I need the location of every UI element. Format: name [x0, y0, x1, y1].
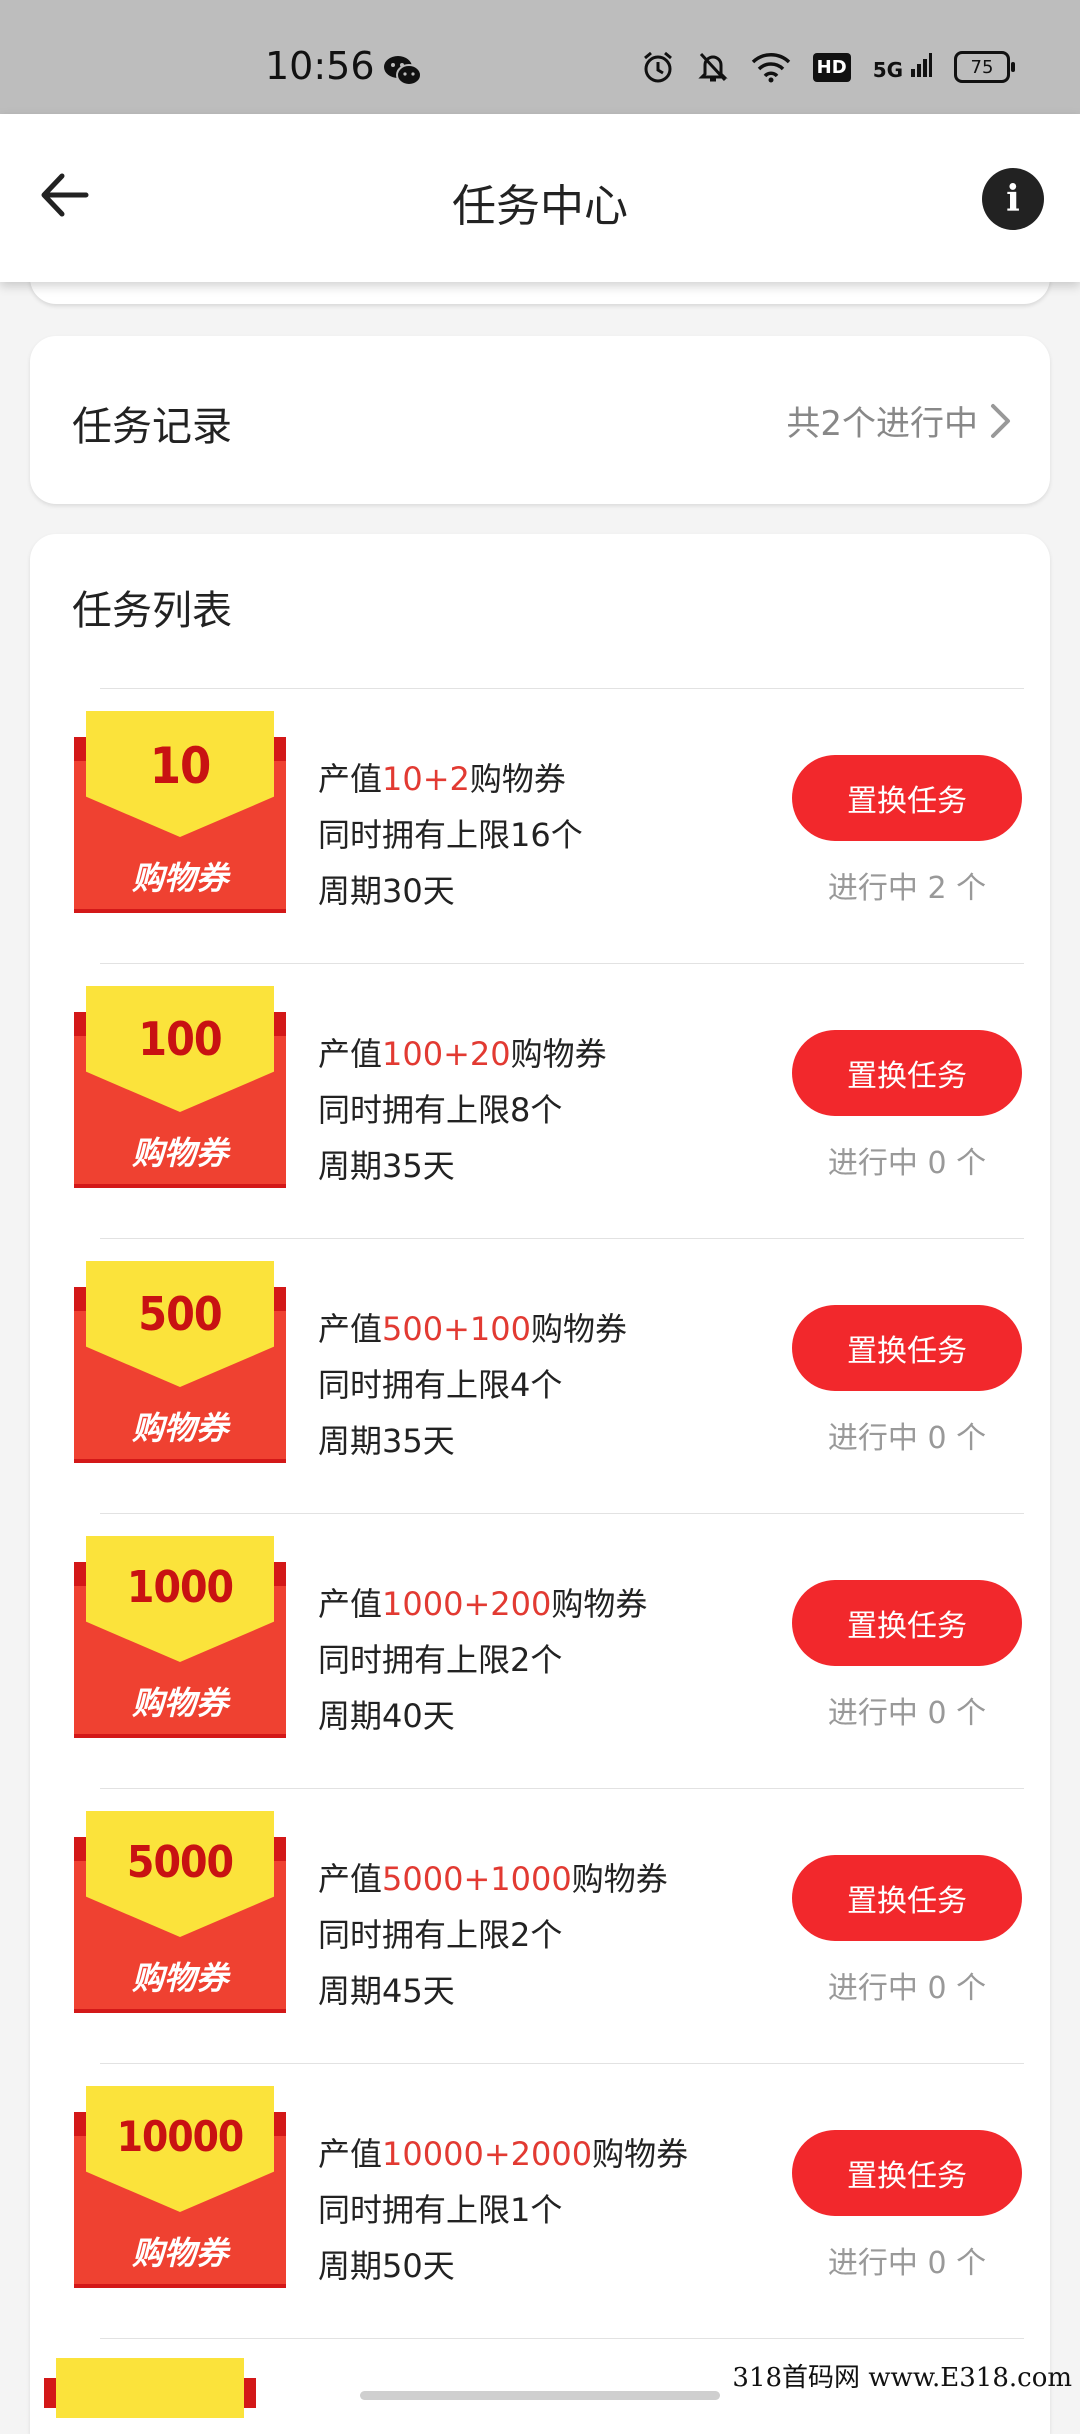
coupon-value: 1000 — [126, 1562, 234, 1613]
output-value-line: 产值10+2购物券 — [318, 760, 566, 798]
in-progress-count: 进行中 0 个 — [827, 1971, 987, 2006]
exchange-task-button[interactable]: 置换任务 — [792, 1580, 1022, 1666]
battery-icon: 75 — [954, 51, 1015, 83]
output-value-line: 产值100+20购物券 — [318, 1035, 607, 1073]
coupon-word: 购物券 — [131, 859, 228, 897]
task-item-1: 10 购物券 产值10+2购物券 同时拥有上限16个 周期30天 置换任务 进行… — [30, 689, 1050, 963]
chevron-right-icon — [991, 403, 1010, 438]
task-description: 产值10000+2000购物券 同时拥有上限1个 周期50天 — [318, 2126, 688, 2294]
task-description: 产值100+20购物券 同时拥有上限8个 周期35天 — [318, 1026, 607, 1194]
cycle-period: 周期50天 — [318, 2247, 455, 2285]
status-icons: HD 5G 75 — [641, 50, 1015, 84]
task-description: 产值5000+1000购物券 同时拥有上限2个 周期45天 — [318, 1851, 668, 2019]
cycle-period: 周期30天 — [318, 872, 455, 910]
in-progress-count: 进行中 0 个 — [827, 1421, 987, 1456]
page-title: 任务中心 — [452, 181, 628, 232]
coupon-image: 1000 购物券 — [74, 1536, 286, 1738]
status-time: 10:56 — [265, 44, 375, 88]
signal-icon — [911, 52, 932, 77]
holding-limit: 同时拥有上限2个 — [318, 1916, 563, 1954]
exchange-task-button[interactable]: 置换任务 — [792, 1305, 1022, 1391]
output-value-line: 产值1000+200购物券 — [318, 1585, 648, 1623]
holding-limit: 同时拥有上限2个 — [318, 1641, 563, 1679]
divider — [100, 2338, 1024, 2339]
status-bar: 10:56 HD 5G 75 — [0, 0, 1080, 114]
exchange-task-button[interactable]: 置换任务 — [792, 1855, 1022, 1941]
task-description: 产值10+2购物券 同时拥有上限16个 周期30天 — [318, 751, 583, 919]
coupon-image: 10000 购物券 — [74, 2086, 286, 2288]
coupon-word: 购物券 — [131, 1134, 228, 1172]
holding-limit: 同时拥有上限16个 — [318, 816, 583, 854]
coupon-value: 100 — [138, 1012, 222, 1066]
cycle-period: 周期45天 — [318, 1972, 455, 2010]
coupon-word: 购物券 — [131, 1684, 228, 1722]
coupon-word: 购物券 — [131, 1959, 228, 1997]
coupon-value: 10000 — [116, 2112, 244, 2161]
coupon-image: 100 购物券 — [74, 986, 286, 1188]
hd-badge: HD — [812, 52, 851, 82]
info-icon[interactable]: i — [982, 168, 1044, 230]
coupon-image: 500 购物券 — [74, 1261, 286, 1463]
task-record-card[interactable]: 任务记录 共2个进行中 — [30, 336, 1050, 504]
cycle-period: 周期35天 — [318, 1147, 455, 1185]
coupon-value: 10 — [149, 737, 212, 795]
scroll-indicator — [360, 2391, 720, 2400]
wechat-icon — [384, 56, 422, 86]
output-value-line: 产值10000+2000购物券 — [318, 2135, 689, 2173]
task-record-count: 共2个进行中 — [786, 404, 978, 444]
coupon-image: 5000 购物券 — [74, 1811, 286, 2013]
network-5g-indicator: 5G — [872, 52, 932, 82]
coupon-word: 购物券 — [131, 1409, 228, 1447]
exchange-task-button[interactable]: 置换任务 — [792, 1030, 1022, 1116]
battery-level: 75 — [970, 56, 994, 78]
task-description: 产值1000+200购物券 同时拥有上限2个 周期40天 — [318, 1576, 647, 1744]
exchange-task-button[interactable]: 置换任务 — [792, 2130, 1022, 2216]
task-description: 产值500+100购物券 同时拥有上限4个 周期35天 — [318, 1301, 627, 1469]
task-list-title: 任务列表 — [72, 588, 232, 634]
exchange-task-button[interactable]: 置换任务 — [792, 755, 1022, 841]
task-item-2: 100 购物券 产值100+20购物券 同时拥有上限8个 周期35天 置换任务 … — [30, 964, 1050, 1238]
mute-bell-icon — [698, 52, 728, 82]
coupon-value: 500 — [138, 1287, 222, 1341]
watermark: 318首码网 www.E318.com — [732, 2363, 1072, 2393]
in-progress-count: 进行中 0 个 — [827, 1696, 987, 1731]
coupon-image-partial — [44, 2358, 256, 2418]
task-item-5: 5000 购物券 产值5000+1000购物券 同时拥有上限2个 周期45天 置… — [30, 1789, 1050, 2063]
task-item-4: 1000 购物券 产值1000+200购物券 同时拥有上限2个 周期40天 置换… — [30, 1514, 1050, 1788]
in-progress-count: 进行中 2 个 — [827, 871, 987, 906]
coupon-image: 10 购物券 — [74, 711, 286, 913]
task-list-card: 任务列表 10 购物券 产值10+2购物券 同时拥有上限16个 周期30天 置换… — [30, 534, 1050, 2434]
cycle-period: 周期35天 — [318, 1422, 455, 1460]
holding-limit: 同时拥有上限1个 — [318, 2191, 563, 2229]
task-item-6: 10000 购物券 产值10000+2000购物券 同时拥有上限1个 周期50天… — [30, 2064, 1050, 2338]
holding-limit: 同时拥有上限8个 — [318, 1091, 563, 1129]
network-label: 5G — [872, 57, 904, 82]
in-progress-count: 进行中 0 个 — [827, 2246, 987, 2281]
task-item-3: 500 购物券 产值500+100购物券 同时拥有上限4个 周期35天 置换任务… — [30, 1239, 1050, 1513]
coupon-word: 购物券 — [131, 2234, 228, 2272]
output-value-line: 产值500+100购物券 — [318, 1310, 627, 1348]
holding-limit: 同时拥有上限4个 — [318, 1366, 563, 1404]
in-progress-count: 进行中 0 个 — [827, 1146, 987, 1181]
cycle-period: 周期40天 — [318, 1697, 455, 1735]
coupon-value: 5000 — [126, 1837, 234, 1888]
app-bar: 任务中心 i — [0, 114, 1080, 282]
task-record-summary[interactable]: 共2个进行中 — [786, 396, 1012, 445]
alarm-icon — [643, 51, 672, 83]
task-record-label: 任务记录 — [72, 404, 232, 450]
output-value-line: 产值5000+1000购物券 — [318, 1860, 668, 1898]
wifi-icon — [751, 53, 790, 83]
